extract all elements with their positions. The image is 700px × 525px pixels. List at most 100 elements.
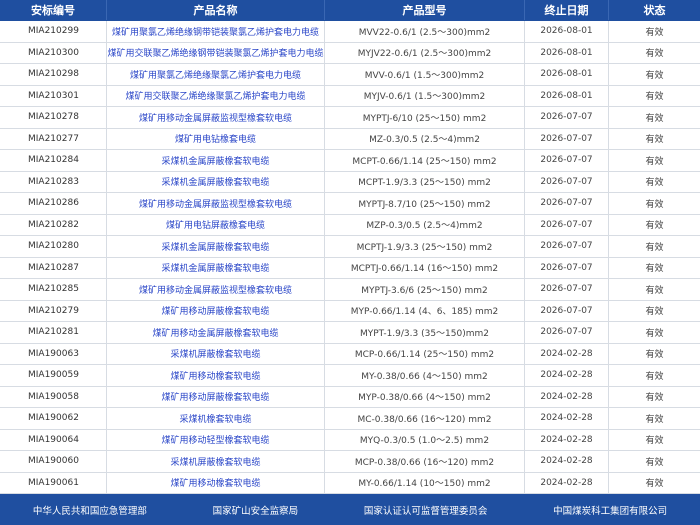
table-row[interactable]: MIA210282 煤矿用电钻屏蔽橡套电缆 MZP-0.3/0.5 (2.5～4)m… [0, 214, 700, 236]
model-cell: MCP-0.38/0.66 (16～120) mm2 [325, 451, 525, 472]
product-name-link[interactable]: 煤矿用电钻屏蔽橡套电缆 [107, 214, 325, 235]
product-name-link[interactable]: 采煤机金属屏蔽橡套软电缆 [107, 150, 325, 171]
cert-no-cell: MIA210301 [0, 85, 107, 106]
status-cell: 有效 [645, 479, 664, 490]
table-row[interactable]: MIA210299 煤矿用聚氯乙烯绝缘钢带铠装聚氯乙烯护套电力电缆 MVV22-0.… [0, 21, 700, 43]
product-name-link[interactable]: 采煤机屏蔽橡套软电缆 [107, 451, 325, 472]
status-cell: 有效 [645, 393, 664, 404]
cert-no-cell: MIA210299 [0, 21, 107, 42]
status-cell: 有效 [645, 371, 664, 382]
expiry-date-cell: 2026-07-07 [525, 279, 609, 300]
product-name-link[interactable]: 煤矿用移动橡套软电缆 [107, 365, 325, 386]
cert-no-cell: MIA210300 [0, 42, 107, 63]
expiry-date-cell: 2026-07-07 [525, 128, 609, 149]
product-name-link[interactable]: 煤矿用移动屏蔽橡套软电缆 [107, 386, 325, 407]
model-cell: MCPT-0.66/1.14 (25～150) mm2 [325, 150, 525, 171]
status-cell: 有效 [645, 70, 664, 81]
footer-link-cnca[interactable]: 国家认证认可监督管理委员会 [364, 503, 488, 517]
table-row[interactable]: MIA210300 煤矿用交联聚乙烯绝缘钢带铠装聚氯乙烯护套电力电缆 MYJV22-… [0, 42, 700, 64]
table-row[interactable]: MIA210278 煤矿用移动金属屏蔽监视型橡套软电缆 MYPTJ-6/10 (25… [0, 107, 700, 129]
cert-no-cell: MIA210278 [0, 107, 107, 128]
cert-no-cell: MIA190064 [0, 429, 107, 450]
model-cell: MYQ-0.3/0.5 (1.0～2.5) mm2 [325, 429, 525, 450]
product-name-link[interactable]: 煤矿用移动金属屏蔽橡套软电缆 [107, 322, 325, 343]
column-header-cert-no[interactable]: 安标编号 [0, 0, 107, 20]
model-cell: MY-0.38/0.66 (4～150) mm2 [325, 365, 525, 386]
product-name-link[interactable]: 采煤机屏蔽橡套软电缆 [107, 343, 325, 364]
status-cell: 有效 [645, 436, 664, 447]
expiry-date-cell: 2024-02-28 [525, 408, 609, 429]
product-name-link[interactable]: 煤矿用交联聚乙烯绝缘钢带铠装聚氯乙烯护套电力电缆 [107, 42, 325, 63]
footer-bar: 中华人民共和国应急管理部 国家矿山安全监察局 国家认证认可监督管理委员会 中国煤… [0, 494, 700, 525]
table-row[interactable]: MIA210298 煤矿用聚氯乙烯绝缘聚氯乙烯护套电力电缆 MVV-0.6/1 (1… [0, 64, 700, 86]
table-row[interactable]: MIA190064 煤矿用移动轻型橡套软电缆 MYQ-0.3/0.5 (1.0～2.… [0, 429, 700, 451]
footer-link-mine-safety-bureau[interactable]: 国家矿山安全监察局 [213, 503, 299, 517]
table-row[interactable]: MIA210281 煤矿用移动金属屏蔽橡套软电缆 MYPT-1.9/3.3 (35～… [0, 322, 700, 344]
table-row[interactable]: MIA210285 煤矿用移动金属屏蔽监视型橡套软电缆 MYPTJ-3.6/6 (2… [0, 279, 700, 301]
column-header-expiry[interactable]: 终止日期 [525, 0, 609, 20]
status-cell: 有效 [645, 199, 664, 210]
table-row[interactable]: MIA190061 煤矿用移动橡套软电缆 MY-0.66/1.14 (10～150)… [0, 472, 700, 494]
status-cell: 有效 [645, 49, 664, 60]
status-cell: 有效 [645, 307, 664, 318]
product-name-link[interactable]: 煤矿用移动金属屏蔽监视型橡套软电缆 [107, 193, 325, 214]
expiry-date-cell: 2024-02-28 [525, 386, 609, 407]
table-row[interactable]: MIA210277 煤矿用电钻橡套电缆 MZ-0.3/0.5 (2.5～4)mm2 2… [0, 128, 700, 150]
cert-no-cell: MIA190061 [0, 472, 107, 493]
product-name-link[interactable]: 采煤机橡套软电缆 [107, 408, 325, 429]
table-row[interactable]: MIA210283 采煤机金属屏蔽橡套软电缆 MCPT-1.9/3.3 (25～15… [0, 171, 700, 193]
cert-no-cell: MIA210286 [0, 193, 107, 214]
table-row[interactable]: MIA190060 采煤机屏蔽橡套软电缆 MCP-0.38/0.66 (16～120… [0, 451, 700, 473]
model-cell: MCPTJ-1.9/3.3 (25～150) mm2 [325, 236, 525, 257]
status-cell: 有效 [645, 285, 664, 296]
table-row[interactable]: MIA190063 采煤机屏蔽橡套软电缆 MCP-0.66/1.14 (25～150… [0, 343, 700, 365]
cert-no-cell: MIA190059 [0, 365, 107, 386]
expiry-date-cell: 2024-02-28 [525, 429, 609, 450]
model-cell: MYPTJ-8.7/10 (25～150) mm2 [325, 193, 525, 214]
cert-no-cell: MIA210285 [0, 279, 107, 300]
cert-no-cell: MIA210279 [0, 300, 107, 321]
status-cell: 有效 [645, 178, 664, 189]
product-name-link[interactable]: 煤矿用交联聚乙烯绝缘聚氯乙烯护套电力电缆 [107, 85, 325, 106]
product-name-link[interactable]: 煤矿用移动轻型橡套软电缆 [107, 429, 325, 450]
product-name-link[interactable]: 煤矿用聚氯乙烯绝缘聚氯乙烯护套电力电缆 [107, 64, 325, 85]
table-row[interactable]: MIA210280 采煤机金属屏蔽橡套软电缆 MCPTJ-1.9/3.3 (25～1… [0, 236, 700, 258]
expiry-date-cell: 2026-07-07 [525, 107, 609, 128]
expiry-date-cell: 2026-07-07 [525, 171, 609, 192]
footer-link-emergency-ministry[interactable]: 中华人民共和国应急管理部 [33, 503, 147, 517]
product-name-link[interactable]: 煤矿用聚氯乙烯绝缘钢带铠装聚氯乙烯护套电力电缆 [107, 21, 325, 42]
model-cell: MC-0.38/0.66 (16～120) mm2 [325, 408, 525, 429]
status-cell: 有效 [645, 92, 664, 103]
table-row[interactable]: MIA210301 煤矿用交联聚乙烯绝缘聚氯乙烯护套电力电缆 MYJV-0.6/1 … [0, 85, 700, 107]
expiry-date-cell: 2026-07-07 [525, 236, 609, 257]
cert-no-cell: MIA210298 [0, 64, 107, 85]
status-cell: 有效 [645, 328, 664, 339]
product-name-link[interactable]: 采煤机金属屏蔽橡套软电缆 [107, 171, 325, 192]
expiry-date-cell: 2026-07-07 [525, 322, 609, 343]
column-header-model[interactable]: 产品型号 [325, 0, 525, 20]
product-name-link[interactable]: 采煤机金属屏蔽橡套软电缆 [107, 257, 325, 278]
table-row[interactable]: MIA190059 煤矿用移动橡套软电缆 MY-0.38/0.66 (4～150) … [0, 365, 700, 387]
model-cell: MVV22-0.6/1 (2.5～300)mm2 [325, 21, 525, 42]
status-cell: 有效 [645, 414, 664, 425]
table-row[interactable]: MIA210286 煤矿用移动金属屏蔽监视型橡套软电缆 MYPTJ-8.7/10 (… [0, 193, 700, 215]
product-name-link[interactable]: 采煤机金属屏蔽橡套软电缆 [107, 236, 325, 257]
product-name-link[interactable]: 煤矿用电钻橡套电缆 [107, 128, 325, 149]
table-row[interactable]: MIA210279 煤矿用移动屏蔽橡套软电缆 MYP-0.66/1.14 (4、6、… [0, 300, 700, 322]
status-cell: 有效 [645, 264, 664, 275]
product-name-link[interactable]: 煤矿用移动金属屏蔽监视型橡套软电缆 [107, 107, 325, 128]
table-row[interactable]: MIA210287 采煤机金属屏蔽橡套软电缆 MCPTJ-0.66/1.14 (16… [0, 257, 700, 279]
column-header-product-name[interactable]: 产品名称 [107, 0, 325, 20]
product-name-link[interactable]: 煤矿用移动橡套软电缆 [107, 472, 325, 493]
expiry-date-cell: 2024-02-28 [525, 365, 609, 386]
table-row[interactable]: MIA210284 采煤机金属屏蔽橡套软电缆 MCPT-0.66/1.14 (25～… [0, 150, 700, 172]
expiry-date-cell: 2026-07-07 [525, 150, 609, 171]
status-cell: 有效 [645, 350, 664, 361]
status-cell: 有效 [645, 113, 664, 124]
table-row[interactable]: MIA190062 采煤机橡套软电缆 MC-0.38/0.66 (16～120) m… [0, 408, 700, 430]
product-name-link[interactable]: 煤矿用移动金属屏蔽监视型橡套软电缆 [107, 279, 325, 300]
footer-link-ccteg[interactable]: 中国煤炭科工集团有限公司 [553, 503, 667, 517]
product-name-link[interactable]: 煤矿用移动屏蔽橡套软电缆 [107, 300, 325, 321]
column-header-status[interactable]: 状态 [609, 0, 700, 20]
table-row[interactable]: MIA190058 煤矿用移动屏蔽橡套软电缆 MYP-0.38/0.66 (4～15… [0, 386, 700, 408]
